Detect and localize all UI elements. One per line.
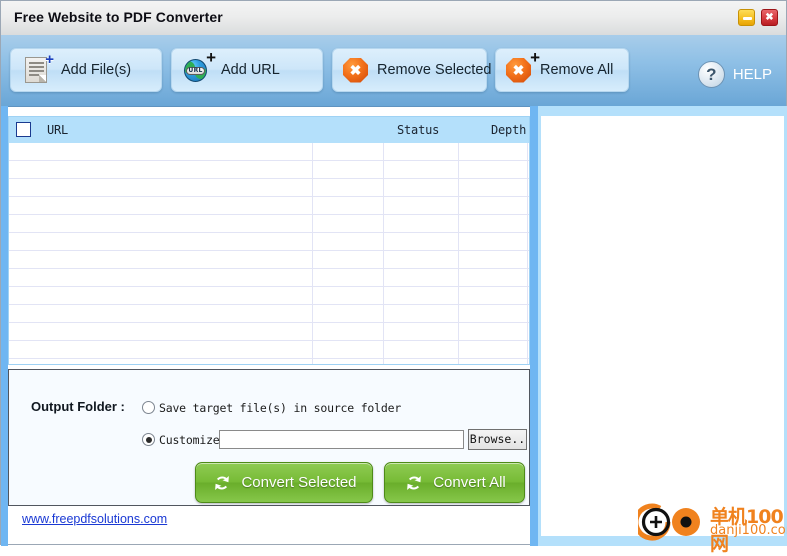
table-row[interactable] <box>9 305 529 323</box>
convert-selected-label: Convert Selected <box>241 474 357 491</box>
window-controls: ✖ <box>738 9 778 26</box>
toolbar: + Add File(s) URL + Add URL Remove Selec… <box>1 35 786 107</box>
add-files-button[interactable]: + Add File(s) <box>10 48 162 92</box>
website-link[interactable]: www.freepdfsolutions.com <box>22 512 167 526</box>
table-row[interactable] <box>9 233 529 251</box>
output-folder-panel: Output Folder : Save target file(s) in s… <box>8 369 530 506</box>
close-button[interactable]: ✖ <box>761 9 778 26</box>
radio-save-in-source-folder[interactable] <box>142 401 155 414</box>
title-bar: Free Website to PDF Converter ✖ <box>1 1 786 36</box>
column-header-depth[interactable]: Depth <box>491 123 526 137</box>
application-window: Free Website to PDF Converter ✖ + Add Fi… <box>0 0 787 555</box>
add-url-button[interactable]: URL + Add URL <box>171 48 323 92</box>
convert-selected-button[interactable]: Convert Selected <box>195 462 373 503</box>
preview-panel <box>538 106 787 546</box>
file-list-panel: URL Status Depth <box>8 116 530 365</box>
preview-area[interactable] <box>541 116 784 536</box>
table-row[interactable] <box>9 161 529 179</box>
table-row[interactable] <box>9 287 529 305</box>
table-row[interactable] <box>9 359 529 364</box>
table-row[interactable] <box>9 179 529 197</box>
remove-all-label: Remove All <box>540 62 614 78</box>
question-mark-icon: ? <box>697 60 725 88</box>
globe-url-plus-icon: URL + <box>184 49 216 85</box>
convert-all-button[interactable]: Convert All <box>384 462 525 503</box>
remove-selected-button[interactable]: Remove Selected <box>332 48 491 92</box>
output-folder-label: Output Folder : <box>31 399 125 414</box>
table-row[interactable] <box>9 323 529 341</box>
convert-all-label: Convert All <box>433 474 506 491</box>
file-list-grid[interactable] <box>9 143 529 364</box>
globe-url-icon-text: URL <box>186 67 205 75</box>
select-all-checkbox[interactable] <box>16 122 31 137</box>
remove-selected-label: Remove Selected <box>377 62 492 78</box>
browse-button[interactable]: Browse.. <box>468 429 527 450</box>
add-files-label: Add File(s) <box>61 62 132 78</box>
remove-x-plus-icon: + <box>506 49 540 84</box>
table-row[interactable] <box>9 251 529 269</box>
convert-refresh-icon <box>211 472 233 494</box>
left-blue-strip <box>1 106 8 546</box>
add-url-label: Add URL <box>221 62 280 78</box>
document-plus-icon: + <box>25 52 54 85</box>
output-path-input[interactable] <box>219 430 464 449</box>
help-button[interactable]: ? HELP <box>697 59 772 89</box>
remove-x-icon <box>343 57 370 84</box>
table-row[interactable] <box>9 269 529 287</box>
table-row[interactable] <box>9 215 529 233</box>
radio-customize-label[interactable]: Customize <box>159 433 220 447</box>
table-row[interactable] <box>9 143 529 161</box>
convert-refresh-icon <box>403 472 425 494</box>
window-title: Free Website to PDF Converter <box>14 9 223 25</box>
radio-customize[interactable] <box>142 433 155 446</box>
center-blue-strip <box>530 106 538 546</box>
help-label: HELP <box>732 65 772 83</box>
column-header-url[interactable]: URL <box>47 123 68 137</box>
radio-save-in-source-folder-label[interactable]: Save target file(s) in source folder <box>159 401 401 415</box>
table-row[interactable] <box>9 197 529 215</box>
minimize-button[interactable] <box>738 9 755 26</box>
table-row[interactable] <box>9 341 529 359</box>
remove-all-button[interactable]: + Remove All <box>495 48 629 92</box>
column-header-status[interactable]: Status <box>397 123 439 137</box>
file-list-header: URL Status Depth <box>9 117 529 144</box>
